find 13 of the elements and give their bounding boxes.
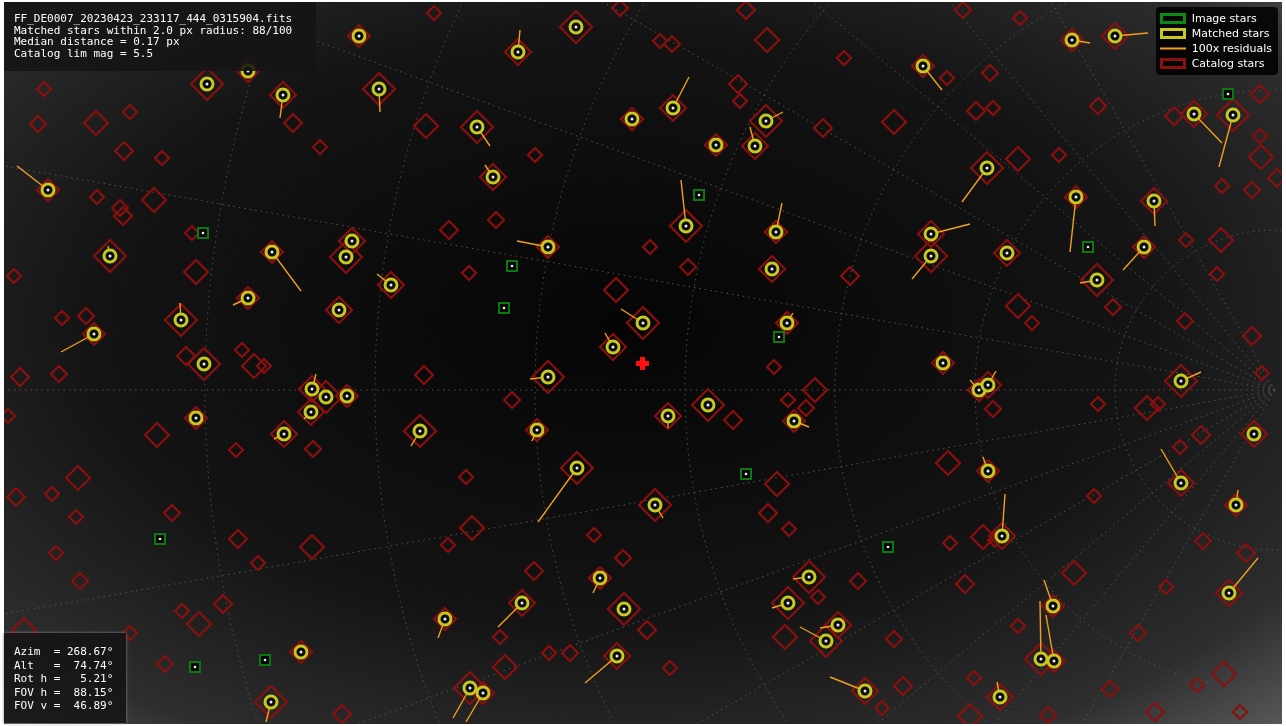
legend-label: Image stars (1191, 12, 1257, 25)
info-line: FF_DE0007_20230423_233117_444_0315904.fits (14, 13, 294, 25)
pointing-info-line: Alt = 74.74° (14, 658, 115, 672)
info-line: Matched stars within 2.0 px radius: 88/100 (14, 24, 294, 36)
legend-label: 100x residuals (1191, 42, 1272, 55)
legend-label: Catalog stars (1191, 57, 1265, 70)
info-line: Median distance = 0.17 px (14, 36, 180, 48)
pointing-info-line: Azim = 268.67° (14, 645, 115, 659)
legend-label: Matched stars (1191, 27, 1270, 40)
pointing-info-line: FOV h = 88.15° (14, 685, 115, 699)
info-line: Catalog lim mag = 5.5 (14, 47, 155, 59)
pointing-info-line: Rot h = 5.21° (14, 672, 115, 686)
pointing-info-line: FOV v = 46.89° (14, 699, 115, 713)
